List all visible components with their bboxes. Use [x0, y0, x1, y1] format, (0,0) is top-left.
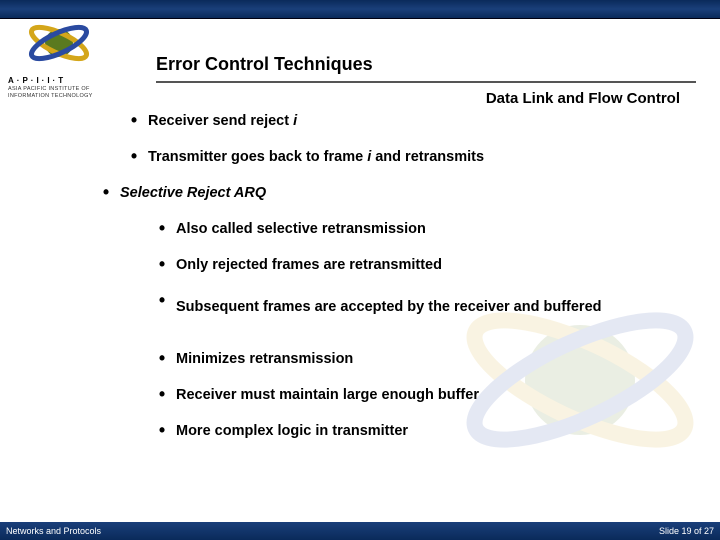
footer-left: Networks and Protocols	[6, 522, 101, 540]
bullet-item: • Selective Reject ARQ	[92, 182, 700, 204]
bullet-icon: •	[148, 218, 176, 238]
bullet-icon: •	[148, 348, 176, 368]
bullet-icon: •	[120, 146, 148, 166]
bullet-text: Only rejected frames are retransmitted	[176, 254, 700, 276]
bullet-item: • Transmitter goes back to frame i and r…	[120, 146, 700, 168]
bullet-item: • Also called selective retransmission	[148, 218, 700, 240]
bullet-item: • Subsequent frames are accepted by the …	[148, 290, 700, 324]
slide-body: • Receiver send reject i • Transmitter g…	[120, 110, 700, 456]
bullet-text: Receiver must maintain large enough buff…	[176, 384, 700, 406]
bullet-icon: •	[148, 420, 176, 440]
top-bar	[0, 0, 720, 19]
institute-logo: A·P·I·I·T ASIA PACIFIC INSTITUTE OF INFO…	[6, 6, 102, 114]
orbit-icon	[24, 8, 94, 78]
slide-title: Error Control Techniques	[156, 53, 696, 79]
bullet-text: Transmitter goes back to frame i and ret…	[148, 146, 700, 168]
logo-acronym: A·P·I·I·T	[8, 76, 128, 86]
title-bar: Error Control Techniques	[156, 53, 696, 83]
bullet-text: Also called selective retransmission	[176, 218, 700, 240]
bullet-text: Selective Reject ARQ	[120, 182, 700, 204]
title-rule	[156, 81, 696, 83]
logo-tagline-1: ASIA PACIFIC INSTITUTE OF	[8, 86, 128, 93]
bullet-item: • More complex logic in transmitter	[148, 420, 700, 442]
bullet-text: Subsequent frames are accepted by the re…	[176, 290, 700, 324]
bullet-icon: •	[148, 290, 176, 310]
bullet-text: Minimizes retransmission	[176, 348, 700, 370]
slide-subtitle: Data Link and Flow Control	[486, 90, 680, 108]
footer-right: Slide 19 of 27	[659, 522, 714, 540]
bullet-text: More complex logic in transmitter	[176, 420, 700, 442]
bullet-item: • Only rejected frames are retransmitted	[148, 254, 700, 276]
bullet-item: • Minimizes retransmission	[148, 348, 700, 370]
footer-bar: Networks and Protocols Slide 19 of 27	[0, 522, 720, 540]
bullet-icon: •	[92, 182, 120, 202]
bullet-item: • Receiver must maintain large enough bu…	[148, 384, 700, 406]
bullet-icon: •	[120, 110, 148, 130]
bullet-text: Receiver send reject i	[148, 110, 700, 132]
bullet-icon: •	[148, 254, 176, 274]
bullet-icon: •	[148, 384, 176, 404]
bullet-item: • Receiver send reject i	[120, 110, 700, 132]
logo-tagline-2: INFORMATION TECHNOLOGY	[8, 93, 128, 100]
